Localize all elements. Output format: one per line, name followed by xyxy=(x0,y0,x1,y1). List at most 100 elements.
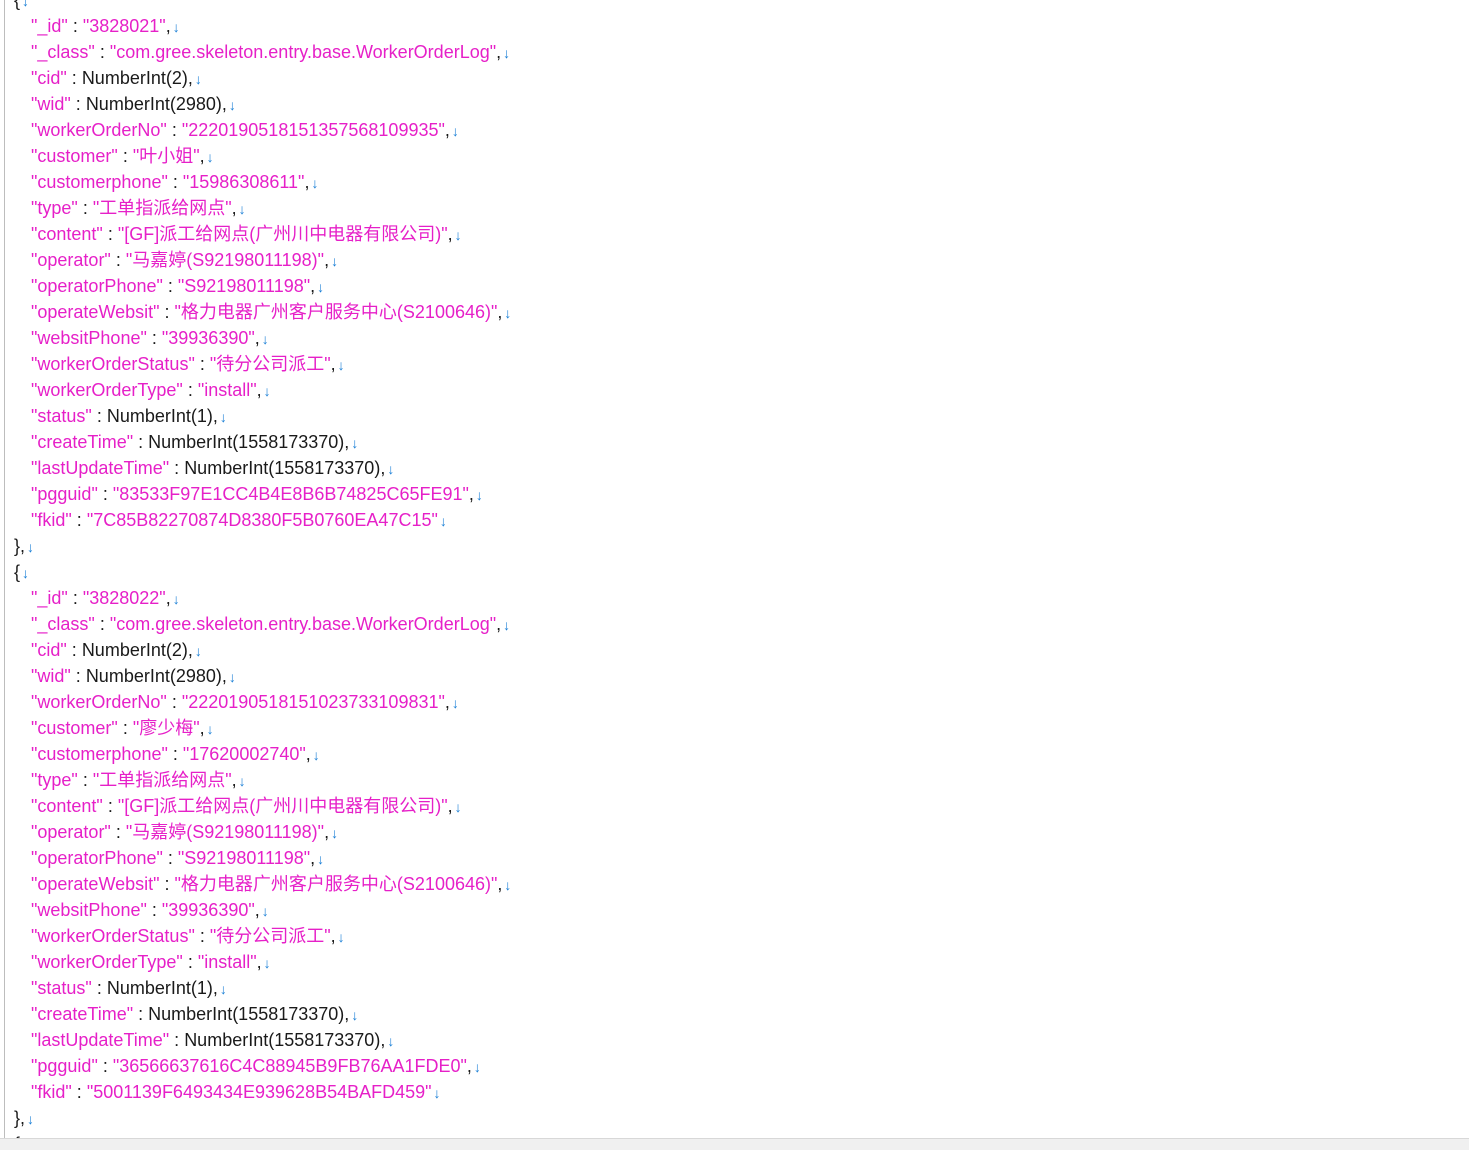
eol-arrow-icon: ↓ xyxy=(503,45,511,61)
field-value: "工单指派给网点" xyxy=(92,198,232,218)
field-key: "operator" xyxy=(31,250,111,270)
comma: , xyxy=(187,640,193,660)
colon: : xyxy=(66,640,82,660)
code-line: "fkid" : "7C85B82270874D8380F5B0760EA47C… xyxy=(31,507,447,533)
comma: , xyxy=(187,68,193,88)
eol-arrow-icon: ↓ xyxy=(337,929,345,945)
field-key: "createTime" xyxy=(31,432,134,452)
comma: , xyxy=(324,250,330,270)
field-value: NumberInt(2980) xyxy=(85,666,222,686)
eol-arrow-icon: ↓ xyxy=(228,97,236,113)
eol-arrow-icon: ↓ xyxy=(312,747,320,763)
comma: , xyxy=(324,822,330,842)
code-line: "wid" : NumberInt(2980), ↓ xyxy=(31,663,236,689)
field-value: "2220190518151023733109831" xyxy=(181,692,445,712)
code-line: "operator" : "马嘉婷(S92198011198)", ↓ xyxy=(31,819,338,845)
code-line: "workerOrderStatus" : "待分公司派工", ↓ xyxy=(31,923,345,949)
eol-arrow-icon: ↓ xyxy=(172,19,180,35)
colon: : xyxy=(117,146,133,166)
colon: : xyxy=(71,1082,87,1102)
comma: , xyxy=(468,484,474,504)
colon: : xyxy=(146,900,162,920)
comma: , xyxy=(310,848,316,868)
comma: , xyxy=(231,198,237,218)
field-key: "websitPhone" xyxy=(31,900,147,920)
code-line: "_class" : "com.gree.skeleton.entry.base… xyxy=(31,611,510,637)
code-line: "status" : NumberInt(1), ↓ xyxy=(31,975,227,1001)
field-key: "_class" xyxy=(31,42,95,62)
eol-arrow-icon: ↓ xyxy=(194,643,202,659)
comma: , xyxy=(447,796,453,816)
field-key: "operateWebsit" xyxy=(31,874,160,894)
field-value: "格力电器广州客户服务中心(S2100646)" xyxy=(174,874,498,894)
colon: : xyxy=(70,666,86,686)
field-value: "15986308611" xyxy=(182,172,305,192)
eol-arrow-icon: ↓ xyxy=(263,955,271,971)
field-key: "customerphone" xyxy=(31,172,168,192)
field-value: "待分公司派工" xyxy=(209,926,331,946)
horizontal-scrollbar[interactable] xyxy=(0,1138,1469,1150)
eol-arrow-icon: ↓ xyxy=(219,409,227,425)
field-value: "工单指派给网点" xyxy=(92,770,232,790)
colon: : xyxy=(159,302,175,322)
eol-arrow-icon: ↓ xyxy=(387,461,395,477)
field-value: "廖少梅" xyxy=(132,718,200,738)
colon: : xyxy=(102,796,118,816)
eol-arrow-icon: ↓ xyxy=(337,357,345,373)
comma: , xyxy=(380,458,386,478)
comma: , xyxy=(221,666,227,686)
eol-arrow-icon: ↓ xyxy=(194,71,202,87)
code-line: "fkid" : "5001139F6493434E939628B54BAFD4… xyxy=(31,1079,441,1105)
colon: : xyxy=(91,406,107,426)
text-editor[interactable]: {↓ "_id" : "3828021", ↓ "_class" : "com.gre… xyxy=(0,0,1469,1138)
colon: : xyxy=(194,354,210,374)
field-key: "wid" xyxy=(31,94,71,114)
field-value: "叶小姐" xyxy=(132,146,200,166)
field-value: "马嘉婷(S92198011198)" xyxy=(125,822,325,842)
eol-arrow-icon: ↓ xyxy=(504,305,512,321)
comma: , xyxy=(254,328,260,348)
comma: , xyxy=(466,1056,472,1076)
comma: , xyxy=(330,354,336,374)
comma: , xyxy=(344,1004,350,1024)
field-key: "operateWebsit" xyxy=(31,302,160,322)
comma: , xyxy=(444,120,450,140)
colon: : xyxy=(117,718,133,738)
field-key: "workerOrderNo" xyxy=(31,692,167,712)
field-key: "workerOrderStatus" xyxy=(31,926,195,946)
field-value: NumberInt(1558173370) xyxy=(184,1030,381,1050)
code-line: "type" : "工单指派给网点", ↓ xyxy=(31,195,246,221)
code-line: {↓ xyxy=(14,559,29,585)
code-line: "operateWebsit" : "格力电器广州客户服务中心(S2100646… xyxy=(31,299,511,325)
field-value: "[GF]派工给网点(广州川中电器有限公司)" xyxy=(117,224,448,244)
colon: : xyxy=(66,68,82,88)
code-line: "lastUpdateTime" : NumberInt(1558173370)… xyxy=(31,455,394,481)
code-line: "operator" : "马嘉婷(S92198011198)", ↓ xyxy=(31,247,338,273)
brace: { xyxy=(14,0,21,10)
code-line: "createTime" : NumberInt(1558173370), ↓ xyxy=(31,429,358,455)
field-key: "_id" xyxy=(31,588,68,608)
code-line: "cid" : NumberInt(2), ↓ xyxy=(31,65,202,91)
code-line: "status" : NumberInt(1), ↓ xyxy=(31,403,227,429)
eol-arrow-icon: ↓ xyxy=(475,487,483,503)
field-key: "operator" xyxy=(31,822,111,842)
eol-arrow-icon: ↓ xyxy=(238,201,246,217)
field-key: "customerphone" xyxy=(31,744,168,764)
field-value: "3828021" xyxy=(82,16,166,36)
field-value: "待分公司派工" xyxy=(209,354,331,374)
code-line: }, ↓ xyxy=(14,1105,34,1131)
code-line: "type" : "工单指派给网点", ↓ xyxy=(31,767,246,793)
colon: : xyxy=(77,770,93,790)
field-value: "17620002740" xyxy=(182,744,306,764)
eol-arrow-icon: ↓ xyxy=(317,851,325,867)
colon: : xyxy=(194,926,210,946)
comma: , xyxy=(330,926,336,946)
eol-arrow-icon: ↓ xyxy=(439,513,447,529)
field-key: "content" xyxy=(31,796,103,816)
code-line: "customer" : "叶小姐", ↓ xyxy=(31,143,214,169)
field-key: "type" xyxy=(31,770,78,790)
colon: : xyxy=(67,588,83,608)
field-key: "lastUpdateTime" xyxy=(31,458,170,478)
field-value: NumberInt(1) xyxy=(106,406,213,426)
eol-arrow-icon: ↓ xyxy=(317,279,325,295)
